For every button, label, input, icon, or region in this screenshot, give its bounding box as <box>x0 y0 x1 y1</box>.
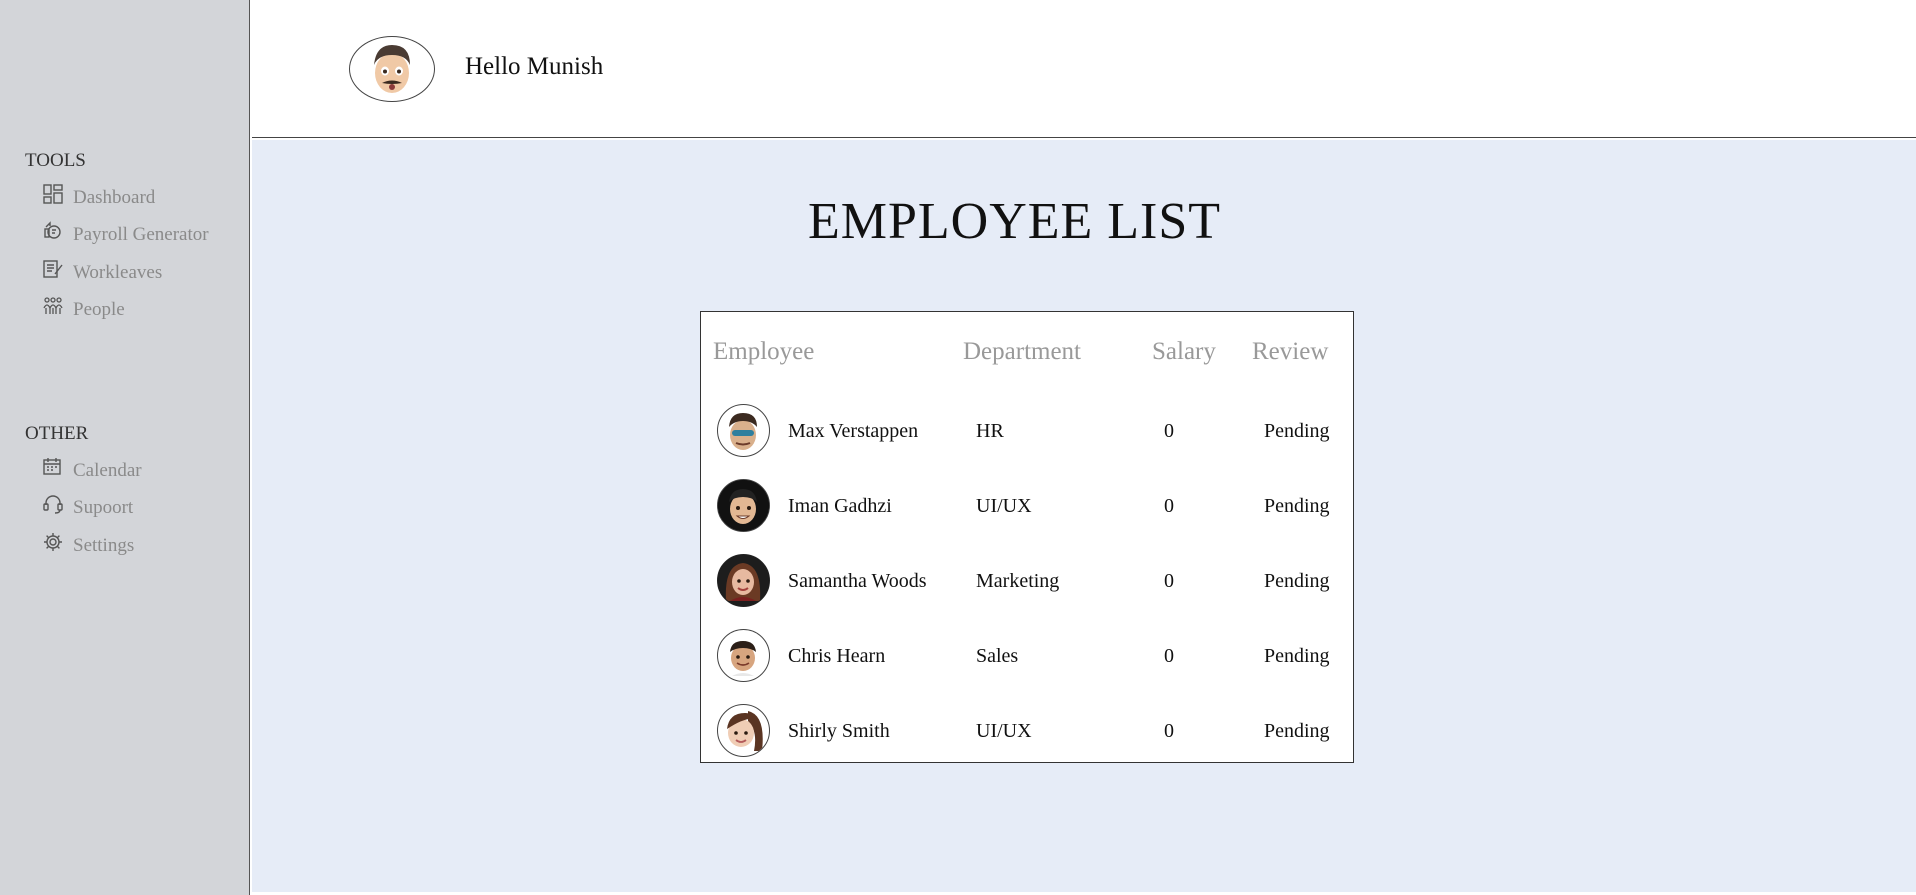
top-bar: Hello Munish <box>252 0 1916 138</box>
employee-name: Shirly Smith <box>788 720 890 742</box>
sidebar-section-other: OTHER <box>25 423 89 444</box>
employee-avatar-icon <box>717 554 770 607</box>
employee-avatar-icon <box>717 479 770 532</box>
employee-department: UI/UX <box>976 495 1032 517</box>
sidebar-item-label: Workleaves <box>73 262 163 283</box>
employee-review-status: Pending <box>1264 645 1330 667</box>
sidebar-item-workleaves[interactable]: Workleaves <box>43 260 163 284</box>
table-row[interactable]: Shirly Smith UI/UX 0 Pending <box>701 700 1353 760</box>
column-header-review: Review <box>1252 338 1329 365</box>
page-title: EMPLOYEE LIST <box>807 193 1222 250</box>
sidebar-item-dashboard[interactable]: Dashboard <box>43 184 156 209</box>
employee-review-status: Pending <box>1264 495 1330 517</box>
employee-salary: 0 <box>1164 420 1174 442</box>
employee-review-status: Pending <box>1264 420 1330 442</box>
table-row[interactable]: Chris Hearn Sales 0 Pending <box>701 625 1353 685</box>
sidebar-item-payroll-generator[interactable]: Payroll Generator <box>43 221 209 246</box>
gear-icon <box>44 533 62 551</box>
employee-avatar-icon <box>717 704 770 757</box>
table-row[interactable]: Samantha Woods Marketing 0 Pending <box>701 550 1353 610</box>
calendar-icon <box>43 458 61 475</box>
employee-review-status: Pending <box>1264 570 1330 592</box>
sidebar-item-label: Calendar <box>73 460 142 481</box>
sidebar-item-label: Supoort <box>73 497 134 518</box>
user-avatar-icon[interactable] <box>349 36 435 102</box>
payroll-icon <box>44 221 61 239</box>
column-header-department: Department <box>963 338 1082 365</box>
employee-avatar-icon <box>717 629 770 682</box>
sidebar-item-calendar[interactable]: Calendar <box>43 458 142 482</box>
sidebar-section-tools: TOOLS <box>25 150 86 171</box>
employee-department: Sales <box>976 645 1019 667</box>
sidebar-item-label: People <box>73 299 125 320</box>
employee-salary: 0 <box>1164 645 1174 667</box>
employee-name: Chris Hearn <box>788 645 886 667</box>
employee-department: HR <box>976 420 1004 442</box>
table-row[interactable]: Max Verstappen HR 0 Pending <box>701 400 1353 460</box>
column-header-employee: Employee <box>713 338 815 365</box>
sidebar: TOOLS Dashboard Payroll Generator Workle… <box>0 0 250 895</box>
employee-salary: 0 <box>1164 570 1174 592</box>
sidebar-item-people[interactable]: People <box>43 297 125 321</box>
employee-table: Employee Department Salary Review Max Ve… <box>700 311 1354 763</box>
sidebar-item-label: Settings <box>73 535 135 556</box>
employee-avatar-icon <box>717 404 770 457</box>
employee-salary: 0 <box>1164 720 1174 742</box>
table-row[interactable]: Iman Gadhzi UI/UX 0 Pending <box>701 475 1353 535</box>
column-header-salary: Salary <box>1152 338 1216 365</box>
employee-name: Iman Gadhzi <box>788 495 892 517</box>
employee-department: Marketing <box>976 570 1060 592</box>
sidebar-item-label: Dashboard <box>73 187 156 208</box>
employee-salary: 0 <box>1164 495 1174 517</box>
greeting-text: Hello Munish <box>465 53 604 80</box>
sidebar-item-label: Payroll Generator <box>73 224 209 245</box>
sidebar-item-support[interactable]: Supoort <box>43 495 134 519</box>
workleaves-icon <box>43 260 63 278</box>
main-content: EMPLOYEE LIST Employee Department Salary… <box>252 140 1916 892</box>
headset-icon <box>43 495 63 514</box>
employee-name: Samantha Woods <box>788 570 927 592</box>
employee-department: UI/UX <box>976 720 1032 742</box>
employee-review-status: Pending <box>1264 720 1330 742</box>
sidebar-item-settings[interactable]: Settings <box>43 533 135 557</box>
dashboard-icon <box>43 184 63 204</box>
people-icon <box>43 297 63 314</box>
employee-name: Max Verstappen <box>788 420 919 442</box>
